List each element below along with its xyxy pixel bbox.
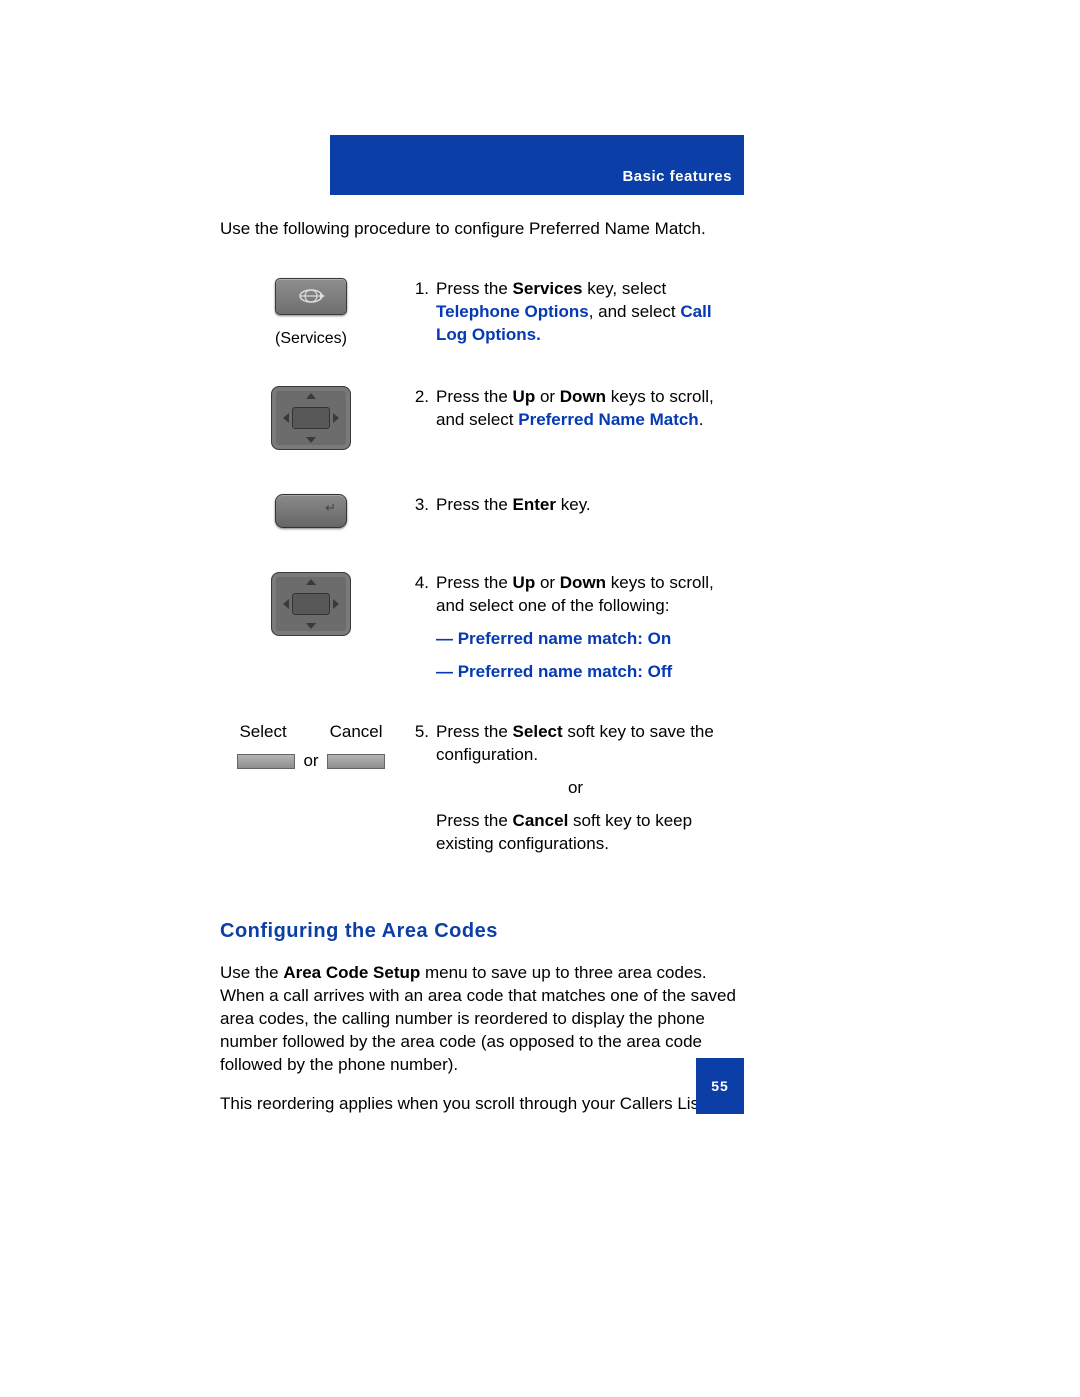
telephone-options-keyword: Telephone Options [436, 302, 589, 321]
select-keyword: Select [513, 722, 563, 741]
step-row: 2. Press the Up or Down keys to scroll, … [220, 385, 744, 493]
step-text: Press the Services key, select Telephone… [435, 277, 744, 386]
softkey-bar-icon [237, 754, 295, 769]
page-number: 55 [696, 1058, 744, 1114]
header-section-label: Basic features [622, 167, 732, 187]
section-heading: Configuring the Area Codes [220, 918, 744, 945]
softkeys-illustration: Select Cancel or [221, 721, 401, 773]
area-code-setup-keyword: Area Code Setup [283, 963, 420, 982]
navigation-key-icon [271, 386, 351, 450]
or-label: or [303, 750, 318, 773]
procedure-steps: (Services) 1. Press the Services key, se… [220, 277, 744, 892]
option-off: — Preferred name match: Off [436, 661, 743, 684]
step-number: 5. [402, 720, 435, 892]
header-bar: Basic features [330, 135, 744, 195]
up-keyword: Up [513, 573, 536, 592]
area-codes-paragraph-1: Use the Area Code Setup menu to save up … [220, 962, 744, 1077]
intro-paragraph: Use the following procedure to configure… [220, 218, 744, 241]
step-number: 2. [402, 385, 435, 493]
step-text: Press the Enter key. [435, 493, 744, 571]
step-number: 4. [402, 571, 435, 720]
step-number: 1. [402, 277, 435, 386]
enter-key-icon [275, 494, 347, 528]
step-row: 4. Press the Up or Down keys to scroll, … [220, 571, 744, 720]
step-row: Select Cancel or 5. Press the Select sof… [220, 720, 744, 892]
softkey-bar-icon [327, 754, 385, 769]
document-page: Basic features Use the following procedu… [0, 0, 1080, 1397]
or-separator: or [408, 777, 743, 800]
services-keyword: Services [513, 279, 583, 298]
option-on: — Preferred name match: On [436, 628, 743, 651]
main-content: Use the following procedure to configure… [220, 218, 744, 1133]
select-softkey-label: Select [239, 721, 286, 744]
step-row: (Services) 1. Press the Services key, se… [220, 277, 744, 386]
services-caption: (Services) [221, 328, 401, 350]
down-keyword: Down [560, 387, 606, 406]
up-keyword: Up [513, 387, 536, 406]
services-key-icon [275, 278, 347, 315]
step-row: 3. Press the Enter key. [220, 493, 744, 571]
step-text: Press the Up or Down keys to scroll, and… [435, 571, 744, 720]
step-number: 3. [402, 493, 435, 571]
cancel-keyword: Cancel [513, 811, 569, 830]
navigation-key-icon [271, 572, 351, 636]
down-keyword: Down [560, 573, 606, 592]
area-codes-paragraph-2: This reordering applies when you scroll … [220, 1093, 744, 1116]
enter-keyword: Enter [513, 495, 556, 514]
cancel-softkey-label: Cancel [330, 721, 383, 744]
preferred-name-match-keyword: Preferred Name Match [518, 410, 698, 429]
step-text: Press the Up or Down keys to scroll, and… [435, 385, 744, 493]
step-text: Press the Select soft key to save the co… [435, 720, 744, 892]
